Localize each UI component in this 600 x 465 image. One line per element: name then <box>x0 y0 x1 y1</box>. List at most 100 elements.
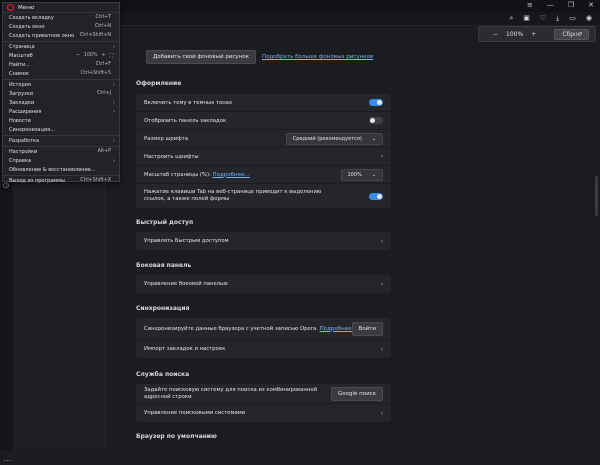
menu-item-developer[interactable]: Разработка › <box>3 136 119 145</box>
zoom-out-button[interactable]: − <box>493 31 498 38</box>
menu-item-label: Создать окно <box>9 23 45 30</box>
manage-search-row[interactable]: Управление поисковыми системами › <box>136 404 391 422</box>
menu-item-bookmarks[interactable]: Закладки › <box>3 98 119 107</box>
download-icon[interactable]: ⤓ <box>556 14 559 23</box>
chevron-right-icon: › <box>113 81 115 88</box>
manage-quick-access-row[interactable]: Управлять Быстрым доступом › <box>136 232 391 250</box>
font-size-select[interactable]: Средний (рекомендуется) ⌄ <box>285 132 383 145</box>
minimize-icon[interactable]: — <box>547 1 554 9</box>
font-size-label: Размер шрифта <box>144 135 189 142</box>
section-title-default-browser: Браузер по умолчанию <box>136 433 217 440</box>
chevron-right-icon: › <box>380 345 383 353</box>
main-menu: Меню Создать вкладку Ctrl+T Создать окно C… <box>2 2 120 185</box>
menu-item-find[interactable]: Найти... Ctrl+F <box>3 60 119 69</box>
chevron-right-icon: › <box>113 99 115 106</box>
menu-item-label: Выход из программы <box>9 177 65 184</box>
search-icon[interactable]: ⌕ <box>575 29 587 39</box>
close-icon[interactable]: ✕ <box>588 1 594 9</box>
menu-item-page[interactable]: Страница › <box>3 42 119 51</box>
chevron-down-icon: ⌄ <box>371 135 376 142</box>
tab-highlight-toggle[interactable] <box>369 192 383 200</box>
menu-item-help[interactable]: Справка › <box>3 156 119 165</box>
menu-item-label: Создать вкладку <box>9 14 54 21</box>
more-icon[interactable]: ⋯ <box>3 456 11 465</box>
chevron-down-icon: ⌄ <box>371 171 376 178</box>
menu-item-label: Закладки <box>9 99 35 106</box>
menu-header[interactable]: Меню <box>3 3 119 13</box>
chevron-right-icon: › <box>113 137 115 144</box>
chevron-right-icon: › <box>113 43 115 50</box>
menu-item-shortcut: Ctrl+Shift+5 <box>80 71 111 76</box>
zoom-in-button[interactable]: + <box>531 31 536 38</box>
menu-item-label: Синхронизация... <box>9 126 55 133</box>
chevron-right-icon: › <box>380 280 383 288</box>
restore-icon[interactable]: ❐ <box>568 1 574 9</box>
sync-row: Синхронизируйте данные браузера с учетно… <box>136 318 391 340</box>
menu-item-extensions[interactable]: Расширения › <box>3 107 119 116</box>
add-wallpaper-button[interactable]: Добавить свой фоновый рисунок <box>146 50 256 64</box>
menu-item-new-window[interactable]: Создать окно Ctrl+N <box>3 22 119 31</box>
menu-item-new-tab[interactable]: Создать вкладку Ctrl+T <box>3 13 119 22</box>
menu-item-label: Страница <box>9 43 35 50</box>
menu-item-shortcut: Ctrl+J <box>97 91 111 96</box>
login-button[interactable]: Войти <box>351 321 383 336</box>
menu-item-downloads[interactable]: Загрузки Ctrl+J <box>3 89 119 98</box>
menu-item-label: Новости <box>9 117 31 124</box>
menu-item-exit[interactable]: Выход из программы Ctrl+Shift+X <box>3 176 119 185</box>
menu-item-private-window[interactable]: Создать приватное окно Ctrl+Shift+N <box>3 31 119 40</box>
manage-sidebar-row[interactable]: Управление боковой панелью › <box>136 275 391 293</box>
section-title-quick-access: Быстрый доступ <box>136 219 194 226</box>
heart-icon[interactable]: ♡ <box>540 14 546 23</box>
scrollbar[interactable] <box>595 176 598 216</box>
font-size-row: Размер шрифта Средний (рекомендуется) ⌄ <box>136 130 391 148</box>
menu-item-update-recovery[interactable]: Обновление & восстановление... <box>3 165 119 174</box>
menu-item-settings[interactable]: Настройки Alt+P <box>3 147 119 156</box>
sync-text: Синхронизируйте данные браузера с учетно… <box>144 325 318 332</box>
search-icon[interactable]: ⌕ <box>509 14 513 23</box>
customize-fonts-row[interactable]: Настроить шрифты › <box>136 148 391 166</box>
menu-zoom-in-button[interactable]: + <box>102 53 106 59</box>
bookmarks-bar-toggle[interactable] <box>369 117 383 124</box>
page-zoom-more-link[interactable]: Подробнее... <box>212 172 249 178</box>
sync-card: Синхронизируйте данные браузера с учетно… <box>136 318 391 358</box>
snapshot-icon[interactable]: ▣ <box>523 14 530 23</box>
menu-item-label: Масштаб <box>9 52 33 59</box>
menu-lines-icon[interactable]: ≡ <box>527 1 533 9</box>
chevron-right-icon: › <box>113 108 115 115</box>
manage-quick-access-label: Управлять Быстрым доступом <box>144 238 229 244</box>
customize-fonts-label: Настроить шрифты <box>144 153 199 160</box>
menu-item-label: История <box>9 81 31 88</box>
menu-item-shortcut: Alt+P <box>97 149 111 154</box>
battery-icon[interactable]: ▭ <box>569 14 576 23</box>
fullscreen-icon[interactable]: ⛶ <box>110 53 113 59</box>
menu-item-shortcut: Ctrl+Shift+X <box>80 178 111 183</box>
menu-item-sync[interactable]: Синхронизация... <box>3 125 119 134</box>
more-wallpapers-link[interactable]: Подобрать больше фоновых рисунков <box>262 54 373 60</box>
menu-zoom-out-button[interactable]: − <box>76 53 80 59</box>
dark-theme-toggle[interactable] <box>369 99 383 106</box>
default-search-label: Задайте поисковую систему для поиска из … <box>144 386 318 400</box>
page-zoom-select[interactable]: 100% ⌄ <box>340 168 383 181</box>
menu-item-label: Загрузки <box>9 90 33 97</box>
font-size-value: Средний (рекомендуется) <box>292 135 362 142</box>
import-row[interactable]: Импорт закладок и настроек › <box>136 340 391 358</box>
opera-logo-icon <box>7 4 14 11</box>
menu-item-zoom: Масштаб − 100% + ⛶ <box>3 51 119 60</box>
search-card: Задайте поисковую систему для поиска из … <box>136 384 391 422</box>
menu-zoom-controls: − 100% + ⛶ <box>76 53 113 59</box>
menu-item-history[interactable]: История › <box>3 80 119 89</box>
menu-item-snapshot[interactable]: Снимок Ctrl+Shift+5 <box>3 69 119 78</box>
page-zoom-value: 100% <box>347 171 362 178</box>
default-search-row: Задайте поисковую систему для поиска из … <box>136 384 391 404</box>
menu-item-news[interactable]: Новости <box>3 116 119 125</box>
import-label: Импорт закладок и настроек <box>144 346 226 352</box>
chevron-right-icon: › <box>380 237 383 245</box>
chevron-right-icon: › <box>113 157 115 164</box>
default-search-select[interactable]: Google поиск <box>330 386 383 401</box>
menu-item-label: Расширения <box>9 108 42 115</box>
menu-item-label: Обновление & восстановление... <box>9 166 96 173</box>
sidebar-card: Управление боковой панелью › <box>136 275 391 293</box>
chevron-right-icon: › <box>380 153 383 160</box>
manage-search-label: Управление поисковыми системами <box>144 410 246 416</box>
account-icon[interactable]: ◉ <box>586 14 592 23</box>
